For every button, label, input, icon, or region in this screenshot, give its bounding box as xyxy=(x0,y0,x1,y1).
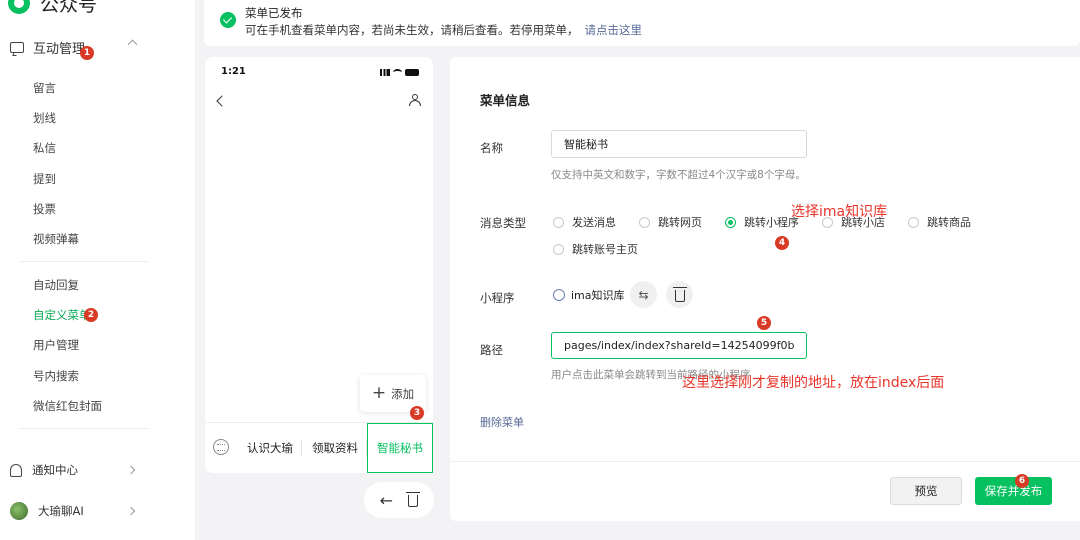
wechat-logo-icon xyxy=(8,0,30,14)
disable-menu-link[interactable]: 请点击这里 xyxy=(585,23,643,37)
sidebar-item-video-danmaku[interactable]: 视频弹幕 xyxy=(33,231,79,247)
radio-send-message[interactable]: 发送消息 xyxy=(553,214,616,230)
back-icon xyxy=(216,95,228,107)
preview-button[interactable]: 预览 xyxy=(890,477,962,505)
annotation-paste-path: 这里选择刚才复制的地址，放在index后面 xyxy=(682,375,945,391)
check-circle-icon xyxy=(220,12,236,28)
radio-label: 跳转网页 xyxy=(658,216,702,229)
radio-label: 跳转商品 xyxy=(927,216,971,229)
banner-desc-text: 可在手机查看菜单内容，若尚未生效，请稍后查看。若停用菜单， xyxy=(245,23,579,37)
menu-info-panel: 菜单信息 名称 仅支持中英文和数字，字数不超过4个汉字或8个字母。 消息类型 发… xyxy=(450,57,1080,521)
sidebar-item-user-management[interactable]: 用户管理 xyxy=(33,337,79,353)
sidebar-item-label: 大瑜聊AI xyxy=(38,504,84,518)
radio-label: 跳转账号主页 xyxy=(572,243,638,256)
trash-icon xyxy=(672,286,687,302)
sidebar-group-label: 互动管理 xyxy=(33,41,86,57)
link-icon xyxy=(553,289,565,301)
sidebar-group-interaction[interactable]: 互动管理 xyxy=(10,36,180,58)
avatar xyxy=(10,502,28,520)
signal-icon xyxy=(380,69,390,76)
panel-title: 菜单信息 xyxy=(480,93,531,108)
radio-icon xyxy=(908,216,919,228)
plus-icon: + xyxy=(371,383,387,403)
banner-description: 可在手机查看菜单内容，若尚未生效，请稍后查看。若停用菜单， 请点击这里 xyxy=(245,22,642,38)
battery-icon xyxy=(405,69,419,76)
miniprogram-name: ima知识库 xyxy=(571,289,625,302)
step-badge: 5 xyxy=(757,316,771,330)
sidebar-item-red-packet-cover[interactable]: 微信红包封面 xyxy=(33,398,102,414)
app-logo: 公众号 xyxy=(8,0,98,16)
step-badge: 6 xyxy=(1015,474,1029,488)
divider xyxy=(450,461,1080,462)
sidebar-item-private-message[interactable]: 私信 xyxy=(33,140,56,156)
save-and-publish-button[interactable]: 保存并发布 xyxy=(975,477,1052,505)
menu-tab-2[interactable]: 领取资料 xyxy=(305,423,365,473)
name-hint: 仅支持中英文和数字，字数不超过4个汉字或8个字母。 xyxy=(551,169,806,181)
chevron-right-icon xyxy=(126,465,136,475)
sidebar-item-in-account-search[interactable]: 号内搜索 xyxy=(33,368,79,384)
step-badge: 1 xyxy=(80,46,94,60)
delete-miniprogram-button[interactable] xyxy=(666,281,693,308)
trash-icon[interactable] xyxy=(406,492,421,507)
radio-checked-icon xyxy=(725,216,736,228)
miniprogram-label: 小程序 xyxy=(480,291,515,305)
msg-type-label: 消息类型 xyxy=(480,216,526,230)
sidebar-item-label: 通知中心 xyxy=(32,463,78,477)
phone-status-bar xyxy=(380,69,419,76)
path-label: 路径 xyxy=(480,343,503,357)
radio-jump-account-home[interactable]: 跳转账号主页 xyxy=(553,241,638,257)
radio-icon xyxy=(553,243,564,255)
swap-miniprogram-button[interactable]: ⇆ xyxy=(630,281,657,308)
divider xyxy=(20,428,148,429)
path-input[interactable] xyxy=(551,332,807,359)
publish-status-banner: 菜单已发布 可在手机查看菜单内容，若尚未生效，请稍后查看。若停用菜单， 请点击这里 xyxy=(204,0,1080,46)
chevron-up-icon[interactable] xyxy=(127,39,138,50)
wifi-icon xyxy=(393,69,402,76)
step-badge: 2 xyxy=(84,308,98,322)
phone-menu-bar: 认识大瑜 领取资料 智能秘书 xyxy=(205,422,433,473)
message-icon xyxy=(10,41,24,53)
phone-time: 1:21 xyxy=(221,66,246,77)
annotation-select-ima: 选择ima知识库 xyxy=(791,204,888,220)
keyboard-icon[interactable] xyxy=(213,439,229,455)
radio-label: 发送消息 xyxy=(572,216,616,229)
radio-icon xyxy=(553,216,564,228)
sidebar-item-vote[interactable]: 投票 xyxy=(33,201,56,217)
sidebar-item-underline[interactable]: 划线 xyxy=(33,110,56,126)
sidebar-item-auto-reply[interactable]: 自动回复 xyxy=(33,277,79,293)
menu-tab-3[interactable]: 智能秘书 xyxy=(367,423,433,473)
radio-jump-webpage[interactable]: 跳转网页 xyxy=(639,214,702,230)
menu-tab-1[interactable]: 认识大瑜 xyxy=(241,423,299,473)
sidebar-item-account[interactable]: 大瑜聊AI xyxy=(10,500,140,522)
radio-jump-miniprogram[interactable]: 跳转小程序 xyxy=(725,214,799,230)
menu-order-actions: ← xyxy=(364,482,434,518)
divider xyxy=(301,439,302,457)
sidebar-item-mentions[interactable]: 提到 xyxy=(33,171,56,187)
add-menu-label: 添加 xyxy=(391,386,415,401)
banner-title: 菜单已发布 xyxy=(245,6,303,20)
radio-icon xyxy=(639,216,650,228)
app-name: 公众号 xyxy=(40,0,98,16)
sidebar: 公众号 互动管理 1 留言 划线 私信 提到 投票 视频弹幕 自动回复 自定义菜… xyxy=(0,0,195,540)
name-label: 名称 xyxy=(480,141,503,155)
user-icon xyxy=(409,94,421,106)
chevron-right-icon xyxy=(126,506,136,516)
step-badge: 3 xyxy=(410,406,424,420)
step-badge: 4 xyxy=(775,236,789,250)
bell-icon xyxy=(10,463,22,477)
sidebar-item-notifications[interactable]: 通知中心 xyxy=(10,459,140,481)
delete-menu-link[interactable]: 删除菜单 xyxy=(480,414,524,430)
divider xyxy=(20,261,148,262)
move-left-icon[interactable]: ← xyxy=(380,491,393,510)
menu-name-input[interactable] xyxy=(551,130,807,158)
radio-jump-product[interactable]: 跳转商品 xyxy=(908,214,971,230)
sidebar-item-custom-menu[interactable]: 自定义菜单 xyxy=(33,307,91,323)
sidebar-item-comments[interactable]: 留言 xyxy=(33,80,56,96)
